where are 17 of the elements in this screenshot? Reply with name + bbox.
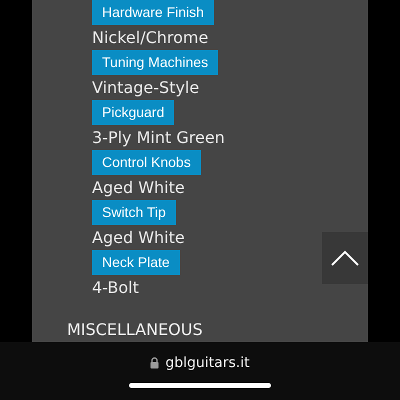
spec-value: Aged White (92, 177, 185, 199)
spec-label: Switch Tip (92, 200, 176, 225)
url-text[interactable]: gblguitars.it (165, 354, 250, 372)
chevron-up-icon (331, 250, 359, 266)
spec-label: Control Knobs (92, 150, 201, 175)
section-heading: MISCELLANEOUS (67, 319, 204, 341)
spec-value: Vintage-Style (92, 77, 200, 99)
spec-value: Nickel/Chrome (92, 27, 208, 49)
spec-value: Aged White (92, 227, 185, 249)
scroll-to-top-button[interactable] (322, 232, 368, 284)
spec-label: Pickguard (92, 100, 174, 125)
spec-value: 4-Bolt (92, 277, 139, 299)
spec-value: 3-Ply Mint Green (92, 127, 225, 149)
spec-label: Hardware Finish (92, 0, 214, 25)
lock-icon (150, 357, 160, 369)
spec-label: Neck Plate (92, 250, 180, 275)
spec-label: Tuning Machines (92, 50, 218, 75)
